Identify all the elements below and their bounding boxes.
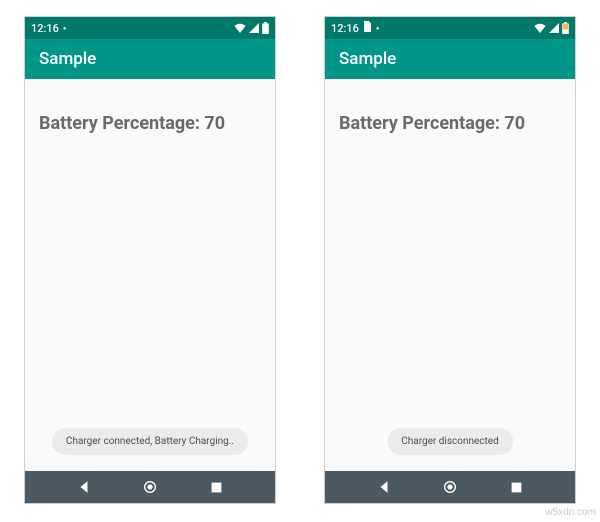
device-left: 12:16 ● Sample Battery Percentage: 70 Ch…: [24, 16, 276, 504]
wifi-icon: [534, 23, 546, 33]
nav-recent-button[interactable]: [510, 481, 523, 494]
battery-icon: [262, 22, 269, 34]
status-dot-icon: ●: [376, 25, 380, 32]
battery-percentage-label: Battery Percentage: 70: [339, 113, 561, 134]
nav-home-button[interactable]: [142, 479, 158, 495]
status-left: 12:16 ●: [331, 21, 380, 35]
status-left: 12:16 ●: [31, 22, 67, 35]
toast-message: Charger disconnected: [387, 428, 513, 455]
app-bar: Sample: [325, 39, 575, 79]
watermark: w5xdn.com: [545, 507, 596, 518]
battery-percentage-label: Battery Percentage: 70: [39, 113, 261, 134]
content-area: Battery Percentage: 70 Charger connected…: [25, 79, 275, 471]
status-right: [534, 22, 569, 34]
navigation-bar: [325, 471, 575, 503]
app-title: Sample: [39, 49, 96, 69]
content-area: Battery Percentage: 70 Charger disconnec…: [325, 79, 575, 471]
navigation-bar: [25, 471, 275, 503]
app-title: Sample: [339, 49, 396, 69]
nav-home-button[interactable]: [442, 479, 458, 495]
nav-recent-button[interactable]: [210, 481, 223, 494]
nav-back-button[interactable]: [377, 480, 391, 494]
status-bar: 12:16 ●: [325, 17, 575, 39]
doc-icon: [363, 21, 372, 35]
nav-back-button[interactable]: [77, 480, 91, 494]
battery-icon: [562, 22, 569, 34]
status-time: 12:16: [331, 22, 359, 35]
status-dot-icon: ●: [63, 25, 67, 32]
toast-message: Charger connected, Battery Charging..: [52, 428, 248, 455]
status-time: 12:16: [31, 22, 59, 35]
device-right: 12:16 ● Sample Battery Percentage: 70 Ch…: [324, 16, 576, 504]
signal-icon: [549, 23, 559, 33]
signal-icon: [249, 23, 259, 33]
wifi-icon: [234, 23, 246, 33]
status-right: [234, 22, 269, 34]
app-bar: Sample: [25, 39, 275, 79]
status-bar: 12:16 ●: [25, 17, 275, 39]
